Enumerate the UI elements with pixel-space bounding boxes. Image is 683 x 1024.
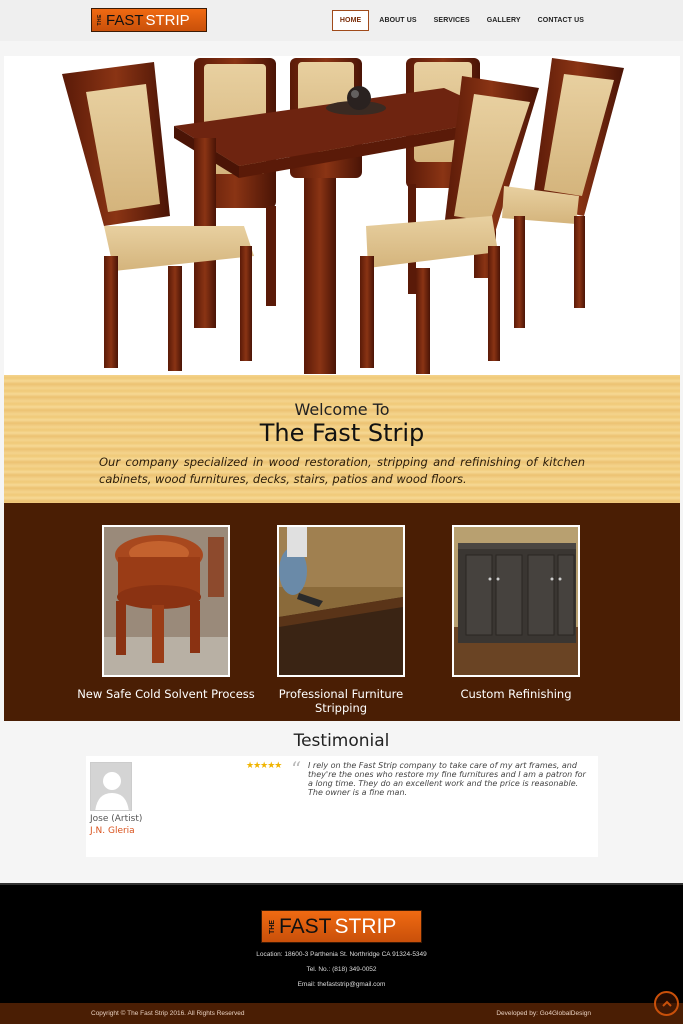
welcome-section: Welcome To The Fast Strip Our company sp… (4, 375, 680, 503)
nav-gallery[interactable]: GALLERY (480, 11, 528, 30)
developer-credit[interactable]: Developed by: Go4GlobalDesign (496, 1010, 591, 1017)
testimonial-author-link[interactable]: J.N. Gleria (90, 826, 135, 836)
main-nav: HOME ABOUT US SERVICES GALLERY CONTACT U… (329, 10, 591, 31)
footer-logo[interactable]: THE FAST STRIP (261, 910, 422, 943)
dining-set-image (62, 58, 624, 374)
nav-contact-us[interactable]: CONTACT US (531, 11, 591, 30)
testimonial-text: I rely on the Fast Strip company to take… (308, 761, 586, 797)
copyright-text: Copyright © The Fast Strip 2016. All Rig… (91, 1010, 245, 1017)
service-label-solvent[interactable]: New Safe Cold Solvent Process (76, 687, 256, 701)
welcome-description: Our company specialized in wood restorat… (99, 455, 585, 486)
nav-about-us[interactable]: ABOUT US (372, 11, 423, 30)
footer-location: Location: 18600-3 Parthenia St. Northrid… (256, 951, 427, 958)
welcome-title: The Fast Strip (259, 419, 425, 447)
nav-services[interactable]: SERVICES (427, 11, 477, 30)
site-header: THE FAST STRIP HOME ABOUT US SERVICES GA… (0, 0, 683, 41)
site-footer: THE FAST STRIP Location: 18600-3 Parthen… (0, 883, 683, 1003)
footer-logo-the-text: THE (269, 919, 276, 934)
service-label-stripping[interactable]: Professional Furniture Stripping (251, 687, 431, 715)
testimonial-card: Jose (Artist) J.N. Gleria ★★★★★ “ I rely… (86, 756, 598, 857)
service-image-stripping[interactable] (277, 525, 405, 677)
footer-phone: Tel. No.: (818) 349-0052 (306, 966, 377, 973)
testimonial-heading: Testimonial (293, 731, 390, 751)
footer-logo-fast-text: FAST (279, 914, 332, 938)
footer-email[interactable]: Email: thefaststrip@gmail.com (0, 981, 683, 988)
footer-logo-strip-text: STRIP (334, 914, 397, 938)
bottom-bar: Copyright © The Fast Strip 2016. All Rig… (0, 1003, 683, 1024)
scroll-to-top-button[interactable] (654, 991, 679, 1016)
rating-stars-icon: ★★★★★ (246, 761, 282, 771)
testimonial-author: Jose (Artist) (90, 814, 143, 824)
logo-strip-text: STRIP (145, 11, 190, 29)
nav-home[interactable]: HOME (331, 10, 370, 31)
stripping-image (279, 527, 403, 675)
service-image-refinishing[interactable] (452, 525, 580, 677)
service-label-refinishing[interactable]: Custom Refinishing (426, 687, 606, 701)
wood-stool-image (104, 527, 228, 675)
quote-icon: “ (291, 757, 302, 781)
service-image-solvent[interactable] (102, 525, 230, 677)
user-placeholder-icon (91, 763, 131, 810)
services-section: New Safe Cold Solvent Process Profession… (4, 503, 680, 721)
welcome-subtitle: Welcome To (294, 400, 390, 419)
logo-fast-text: FAST (106, 11, 144, 29)
logo-the-text: THE (97, 14, 103, 26)
site-logo[interactable]: THE FAST STRIP (91, 8, 207, 32)
hero-banner (4, 56, 680, 375)
cabinet-image (454, 527, 578, 675)
chevron-up-icon (661, 1000, 672, 1007)
avatar (90, 762, 132, 811)
